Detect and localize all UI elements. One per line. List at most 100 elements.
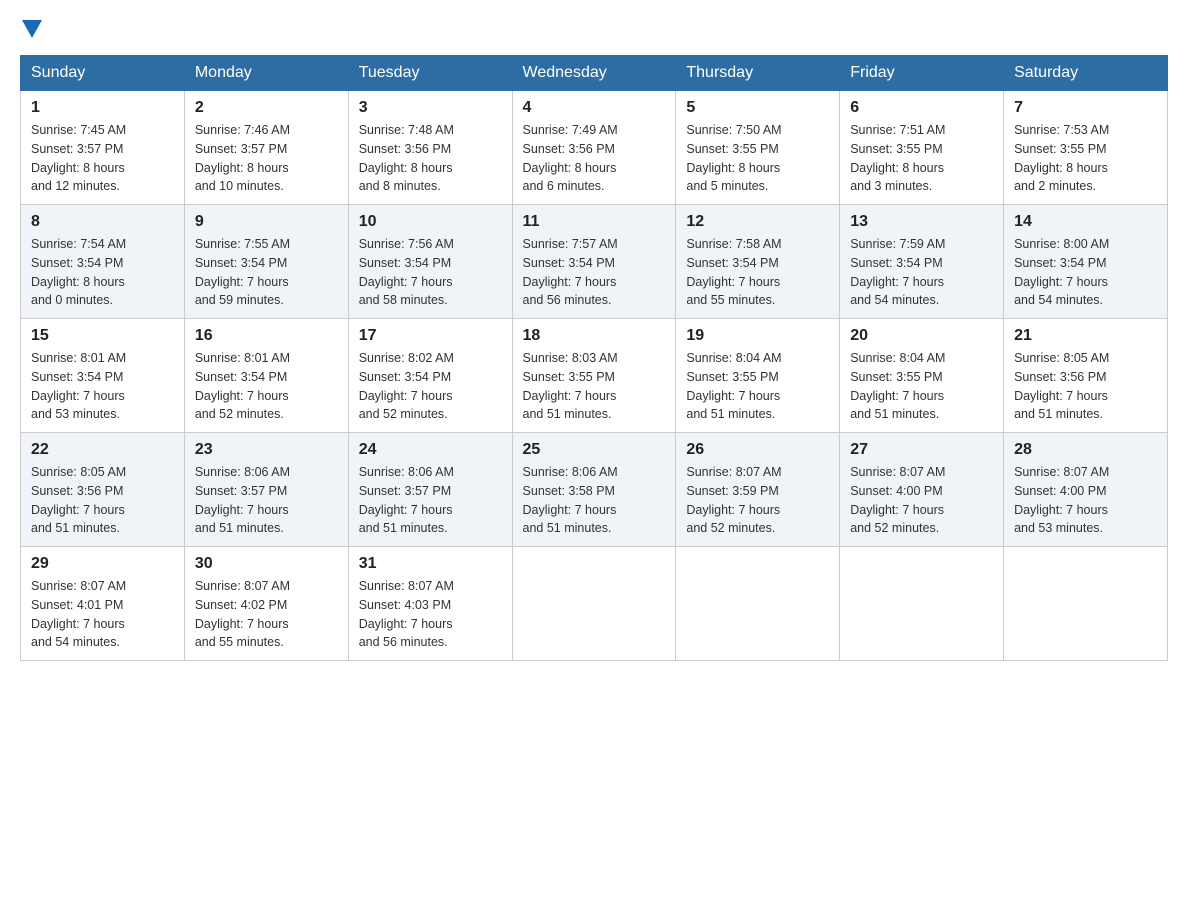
day-number: 16 (195, 327, 338, 345)
weekday-header-sunday: Sunday (21, 56, 185, 91)
day-number: 22 (31, 441, 174, 459)
day-info: Sunrise: 7:50 AM Sunset: 3:55 PM Dayligh… (686, 121, 829, 196)
day-number: 1 (31, 99, 174, 117)
day-info: Sunrise: 8:01 AM Sunset: 3:54 PM Dayligh… (195, 349, 338, 424)
page-header (20, 20, 1168, 45)
day-number: 30 (195, 555, 338, 573)
day-number: 28 (1014, 441, 1157, 459)
day-info: Sunrise: 8:06 AM Sunset: 3:57 PM Dayligh… (359, 463, 502, 538)
day-number: 11 (523, 213, 666, 231)
calendar-cell: 11 Sunrise: 7:57 AM Sunset: 3:54 PM Dayli… (512, 205, 676, 319)
day-info: Sunrise: 7:53 AM Sunset: 3:55 PM Dayligh… (1014, 121, 1157, 196)
day-info: Sunrise: 8:07 AM Sunset: 4:02 PM Dayligh… (195, 577, 338, 652)
calendar-cell: 17 Sunrise: 8:02 AM Sunset: 3:54 PM Dayli… (348, 319, 512, 433)
day-number: 10 (359, 213, 502, 231)
day-info: Sunrise: 7:58 AM Sunset: 3:54 PM Dayligh… (686, 235, 829, 310)
calendar-table: SundayMondayTuesdayWednesdayThursdayFrid… (20, 55, 1168, 661)
calendar-week-1: 1 Sunrise: 7:45 AM Sunset: 3:57 PM Daylig… (21, 91, 1168, 205)
weekday-header-tuesday: Tuesday (348, 56, 512, 91)
day-number: 14 (1014, 213, 1157, 231)
day-info: Sunrise: 8:01 AM Sunset: 3:54 PM Dayligh… (31, 349, 174, 424)
day-number: 18 (523, 327, 666, 345)
day-info: Sunrise: 8:04 AM Sunset: 3:55 PM Dayligh… (850, 349, 993, 424)
calendar-cell: 2Sunrise: 7:46 AM Sunset: 3:57 PM Daylig… (184, 91, 348, 205)
day-number: 31 (359, 555, 502, 573)
weekday-header-friday: Friday (840, 56, 1004, 91)
day-info: Sunrise: 8:07 AM Sunset: 4:01 PM Dayligh… (31, 577, 174, 652)
day-info: Sunrise: 7:54 AM Sunset: 3:54 PM Dayligh… (31, 235, 174, 310)
day-info: Sunrise: 7:51 AM Sunset: 3:55 PM Dayligh… (850, 121, 993, 196)
day-info: Sunrise: 7:59 AM Sunset: 3:54 PM Dayligh… (850, 235, 993, 310)
day-info: Sunrise: 8:07 AM Sunset: 4:00 PM Dayligh… (850, 463, 993, 538)
day-info: Sunrise: 7:46 AM Sunset: 3:57 PM Dayligh… (195, 121, 338, 196)
calendar-cell: 26 Sunrise: 8:07 AM Sunset: 3:59 PM Dayli… (676, 433, 840, 547)
calendar-cell: 5 Sunrise: 7:50 AM Sunset: 3:55 PM Daylig… (676, 91, 840, 205)
weekday-header-thursday: Thursday (676, 56, 840, 91)
day-info: Sunrise: 8:07 AM Sunset: 4:03 PM Dayligh… (359, 577, 502, 652)
calendar-cell: 28 Sunrise: 8:07 AM Sunset: 4:00 PM Dayli… (1004, 433, 1168, 547)
calendar-cell: 1 Sunrise: 7:45 AM Sunset: 3:57 PM Daylig… (21, 91, 185, 205)
calendar-cell: 9 Sunrise: 7:55 AM Sunset: 3:54 PM Daylig… (184, 205, 348, 319)
calendar-cell (512, 547, 676, 661)
day-info: Sunrise: 7:45 AM Sunset: 3:57 PM Dayligh… (31, 121, 174, 196)
day-number: 19 (686, 327, 829, 345)
day-info: Sunrise: 8:07 AM Sunset: 4:00 PM Dayligh… (1014, 463, 1157, 538)
calendar-cell: 31 Sunrise: 8:07 AM Sunset: 4:03 PM Dayli… (348, 547, 512, 661)
day-number: 23 (195, 441, 338, 459)
day-info: Sunrise: 8:03 AM Sunset: 3:55 PM Dayligh… (523, 349, 666, 424)
day-number: 25 (523, 441, 666, 459)
calendar-cell (676, 547, 840, 661)
calendar-cell: 18 Sunrise: 8:03 AM Sunset: 3:55 PM Dayli… (512, 319, 676, 433)
calendar-week-3: 15 Sunrise: 8:01 AM Sunset: 3:54 PM Dayli… (21, 319, 1168, 433)
day-number: 15 (31, 327, 174, 345)
day-info: Sunrise: 8:07 AM Sunset: 3:59 PM Dayligh… (686, 463, 829, 538)
day-info: Sunrise: 8:06 AM Sunset: 3:58 PM Dayligh… (523, 463, 666, 538)
calendar-cell: 24 Sunrise: 8:06 AM Sunset: 3:57 PM Dayli… (348, 433, 512, 547)
calendar-cell: 8 Sunrise: 7:54 AM Sunset: 3:54 PM Daylig… (21, 205, 185, 319)
day-info: Sunrise: 8:02 AM Sunset: 3:54 PM Dayligh… (359, 349, 502, 424)
day-info: Sunrise: 7:48 AM Sunset: 3:56 PM Dayligh… (359, 121, 502, 196)
weekday-header-monday: Monday (184, 56, 348, 91)
day-number: 13 (850, 213, 993, 231)
day-info: Sunrise: 8:04 AM Sunset: 3:55 PM Dayligh… (686, 349, 829, 424)
day-info: Sunrise: 7:55 AM Sunset: 3:54 PM Dayligh… (195, 235, 338, 310)
day-number: 4 (523, 99, 666, 117)
calendar-cell: 10 Sunrise: 7:56 AM Sunset: 3:54 PM Dayli… (348, 205, 512, 319)
day-number: 6 (850, 99, 993, 117)
calendar-cell: 12 Sunrise: 7:58 AM Sunset: 3:54 PM Dayli… (676, 205, 840, 319)
calendar-week-5: 29 Sunrise: 8:07 AM Sunset: 4:01 PM Dayli… (21, 547, 1168, 661)
calendar-cell: 20 Sunrise: 8:04 AM Sunset: 3:55 PM Dayli… (840, 319, 1004, 433)
day-number: 17 (359, 327, 502, 345)
calendar-cell: 25 Sunrise: 8:06 AM Sunset: 3:58 PM Dayli… (512, 433, 676, 547)
calendar-cell: 21 Sunrise: 8:05 AM Sunset: 3:56 PM Dayli… (1004, 319, 1168, 433)
calendar-cell: 6 Sunrise: 7:51 AM Sunset: 3:55 PM Daylig… (840, 91, 1004, 205)
logo (20, 20, 42, 45)
calendar-cell: 27 Sunrise: 8:07 AM Sunset: 4:00 PM Dayli… (840, 433, 1004, 547)
day-number: 21 (1014, 327, 1157, 345)
day-info: Sunrise: 8:06 AM Sunset: 3:57 PM Dayligh… (195, 463, 338, 538)
calendar-cell (840, 547, 1004, 661)
day-number: 5 (686, 99, 829, 117)
day-info: Sunrise: 8:05 AM Sunset: 3:56 PM Dayligh… (1014, 349, 1157, 424)
calendar-cell: 13 Sunrise: 7:59 AM Sunset: 3:54 PM Dayli… (840, 205, 1004, 319)
calendar-cell: 23 Sunrise: 8:06 AM Sunset: 3:57 PM Dayli… (184, 433, 348, 547)
calendar-cell: 19 Sunrise: 8:04 AM Sunset: 3:55 PM Dayli… (676, 319, 840, 433)
calendar-cell: 30 Sunrise: 8:07 AM Sunset: 4:02 PM Dayli… (184, 547, 348, 661)
day-number: 8 (31, 213, 174, 231)
day-number: 27 (850, 441, 993, 459)
calendar-cell: 29 Sunrise: 8:07 AM Sunset: 4:01 PM Dayli… (21, 547, 185, 661)
day-number: 29 (31, 555, 174, 573)
day-number: 20 (850, 327, 993, 345)
calendar-cell (1004, 547, 1168, 661)
weekday-header-wednesday: Wednesday (512, 56, 676, 91)
weekday-header-saturday: Saturday (1004, 56, 1168, 91)
day-info: Sunrise: 7:57 AM Sunset: 3:54 PM Dayligh… (523, 235, 666, 310)
day-info: Sunrise: 7:56 AM Sunset: 3:54 PM Dayligh… (359, 235, 502, 310)
day-number: 12 (686, 213, 829, 231)
day-number: 24 (359, 441, 502, 459)
calendar-cell: 16 Sunrise: 8:01 AM Sunset: 3:54 PM Dayli… (184, 319, 348, 433)
calendar-cell: 15 Sunrise: 8:01 AM Sunset: 3:54 PM Dayli… (21, 319, 185, 433)
calendar-cell: 14Sunrise: 8:00 AM Sunset: 3:54 PM Dayli… (1004, 205, 1168, 319)
day-number: 9 (195, 213, 338, 231)
day-number: 26 (686, 441, 829, 459)
